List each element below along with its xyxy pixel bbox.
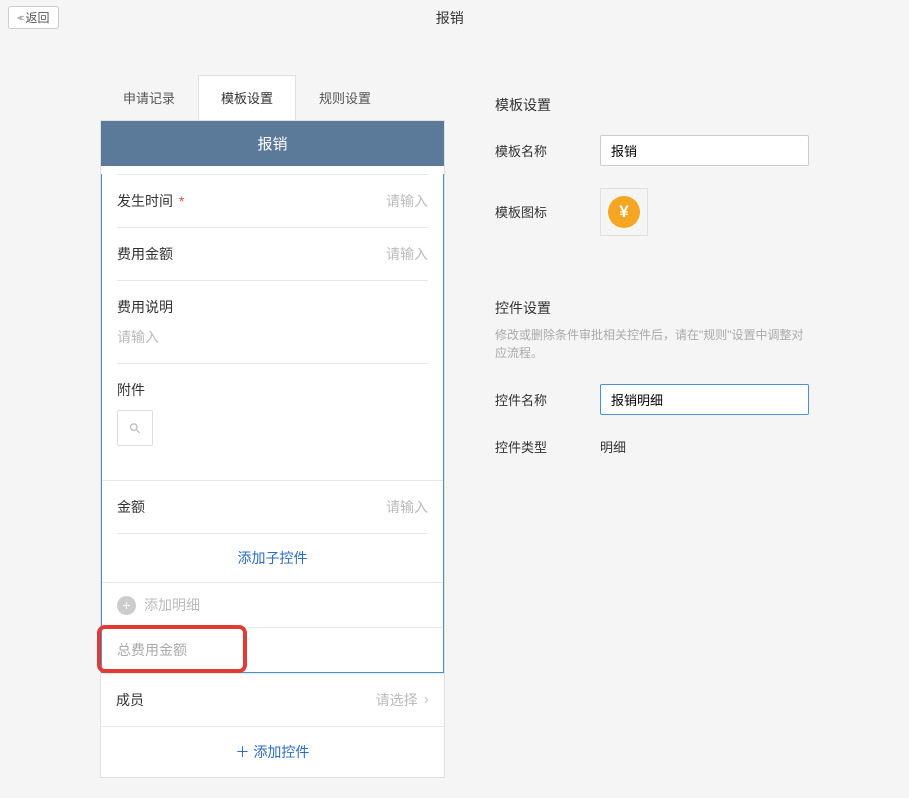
control-type-label: 控件类型: [495, 437, 600, 456]
add-sub-control-button[interactable]: 添加子控件: [102, 534, 443, 582]
field-time[interactable]: 发生时间 * 请输入: [102, 175, 443, 227]
field-description[interactable]: 费用说明 请输入: [102, 281, 443, 363]
tab-bar: 申请记录 模板设置 规则设置: [100, 75, 445, 120]
back-button-label: 返回: [26, 9, 50, 26]
tab-rule-settings[interactable]: 规则设置: [296, 75, 394, 120]
add-detail-button[interactable]: + 添加明细: [102, 582, 443, 627]
field-member-label: 成员: [116, 690, 144, 710]
template-icon-label: 模板图标: [495, 188, 600, 221]
add-control-label: 添加控件: [253, 744, 309, 760]
field-attachment-label: 附件: [117, 380, 428, 400]
field-member-placeholder: 请选择: [376, 690, 418, 710]
form-preview: 报销 发生时间 * 请输入 费用金额 请输入: [100, 120, 445, 778]
field-amount-label: 费用金额: [117, 244, 173, 264]
field-description-label: 费用说明: [117, 297, 428, 317]
field-time-label: 发生时间: [117, 193, 173, 209]
plus-icon: ＋: [236, 744, 254, 760]
template-icon-selector[interactable]: ¥: [600, 188, 648, 236]
add-control-button[interactable]: ＋ 添加控件: [101, 726, 444, 777]
back-button[interactable]: << 返回: [8, 6, 59, 29]
tab-apply-record[interactable]: 申请记录: [100, 75, 198, 120]
field-description-placeholder: 请输入: [117, 327, 428, 347]
total-amount-row: 总费用金额: [102, 627, 443, 672]
tab-template-settings[interactable]: 模板设置: [198, 75, 296, 120]
chevron-right-icon: ›: [424, 691, 429, 709]
page-header: << 返回 报销: [0, 0, 909, 35]
preview-title: 报销: [101, 121, 444, 166]
required-star-icon: *: [175, 193, 184, 209]
attachment-upload-box[interactable]: ⚲: [117, 410, 153, 446]
paperclip-icon: ⚲: [125, 418, 144, 437]
detail-control-block[interactable]: 发生时间 * 请输入 费用金额 请输入 费用说明 请输入: [101, 174, 444, 673]
template-settings-title: 模板设置: [495, 95, 809, 115]
field-time-placeholder: 请输入: [386, 191, 428, 211]
control-name-input[interactable]: [600, 384, 809, 415]
template-name-label: 模板名称: [495, 141, 600, 160]
page-title: 报销: [59, 8, 841, 28]
control-settings-title: 控件设置: [495, 298, 809, 318]
control-settings-subtitle: 修改或删除条件审批相关控件后，请在"规则"设置中调整对应流程。: [495, 326, 809, 362]
field-attachment[interactable]: 附件 ⚲: [102, 364, 443, 462]
template-name-input[interactable]: [600, 135, 809, 166]
field-money[interactable]: 金额 请输入: [102, 481, 443, 533]
field-money-placeholder: 请输入: [386, 497, 428, 517]
add-detail-label: 添加明细: [144, 595, 200, 615]
chevron-left-double-icon: <<: [17, 13, 22, 23]
field-money-label: 金额: [117, 497, 145, 517]
field-member[interactable]: 成员 请选择 ›: [101, 673, 444, 726]
field-amount[interactable]: 费用金额 请输入: [102, 228, 443, 280]
control-type-value: 明细: [600, 437, 626, 456]
field-amount-placeholder: 请输入: [386, 244, 428, 264]
currency-icon: ¥: [608, 196, 640, 228]
control-name-label: 控件名称: [495, 390, 600, 409]
plus-circle-icon: +: [117, 596, 136, 615]
